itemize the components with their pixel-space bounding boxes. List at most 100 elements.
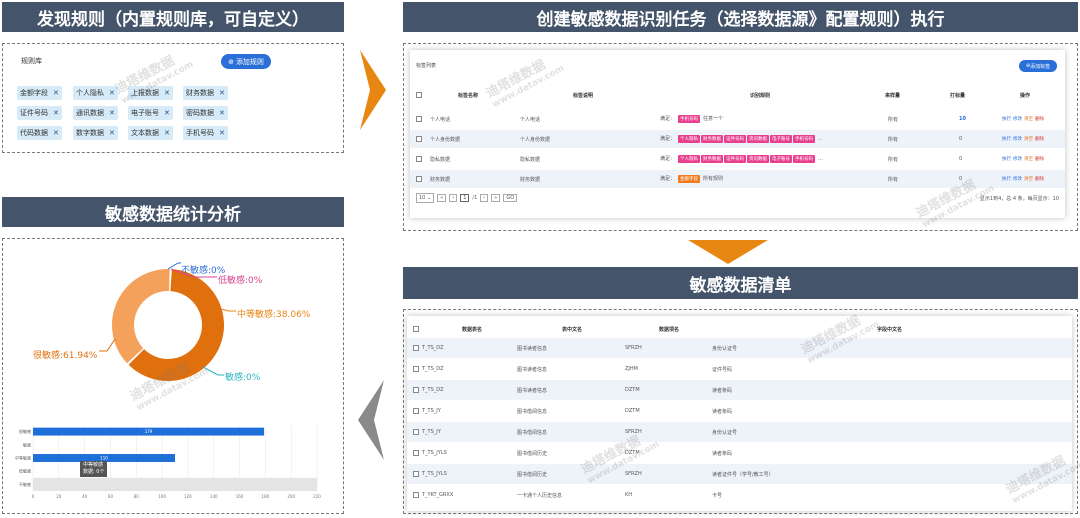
row-checkbox[interactable] (416, 176, 422, 182)
select-all-checkbox[interactable] (416, 92, 422, 98)
action-link[interactable]: 删除 (1035, 177, 1044, 182)
rule-tag[interactable]: 通讯数据 ✕ (73, 106, 118, 120)
table-name: T_TS_JY (422, 429, 441, 435)
action-link[interactable]: 清空 (1024, 137, 1033, 142)
table-row[interactable]: T_TS_DZ 图书读者信息 ZJHM 证件号码 (407, 359, 1072, 379)
x-tick-label: 60 (108, 494, 114, 499)
field-name: SFRZH (625, 345, 642, 351)
table-row[interactable]: T_TS_JYLS 图书借阅历史 SFRZH 读者证件号（学号/教工号） (407, 464, 1072, 484)
row-checkbox[interactable] (413, 429, 419, 435)
category-label: 中等敏感 (15, 455, 31, 461)
rule-tag-label: 财务数据 (186, 89, 214, 97)
rule-tag[interactable]: 个人隐私 ✕ (73, 86, 118, 100)
table-row[interactable]: T_TS_DZ 图书读者信息 SFRZH 身份认证号 (407, 338, 1072, 358)
close-icon[interactable]: ✕ (164, 89, 170, 97)
action-link[interactable]: 执行 (1002, 137, 1011, 142)
rule-tag[interactable]: 手机号码 ✕ (183, 126, 228, 140)
close-icon[interactable]: ✕ (164, 109, 170, 117)
col-actions: 操作 (1020, 92, 1031, 99)
leader-line-2 (220, 308, 236, 312)
table-row[interactable]: 个人身份数据 个人身份数据 满足： 个人隐私 财务数据 证件号码 资讯数据 电子账号 手机号码.… (410, 130, 1065, 148)
table-row[interactable]: T_TS_JY 图书借阅信息 SFRZH 身份认证号 (407, 422, 1072, 442)
rule-chip: 手机号码 (793, 155, 816, 163)
first-page-button[interactable]: « (437, 194, 447, 202)
page-input[interactable]: 1 (460, 194, 470, 202)
row-checkbox[interactable] (413, 366, 419, 372)
add-rule-button[interactable]: ⊕ 添加规则 (221, 54, 271, 69)
rule-tag[interactable]: 证件号码 ✕ (17, 106, 62, 120)
x-tick-label: 140 (210, 494, 218, 499)
rule-tag-label: 证件号码 (20, 109, 48, 117)
col-sample: 来样量 (885, 92, 901, 99)
close-icon[interactable]: ✕ (164, 129, 170, 137)
rule-tag[interactable]: 密码数据 ✕ (183, 106, 228, 120)
row-checkbox[interactable] (416, 156, 422, 162)
tag-desc: 财务数据 (520, 176, 541, 183)
action-link[interactable]: 执行 (1002, 157, 1011, 162)
close-icon[interactable]: ✕ (53, 109, 59, 117)
x-tick-label: 200 (287, 494, 295, 499)
row-checkbox[interactable] (413, 387, 419, 393)
row-checkbox[interactable] (416, 136, 422, 142)
next-page-button[interactable]: › (480, 194, 489, 202)
table-row[interactable]: T_TS_DZ 图书读者信息 DZTM 读者条码 (407, 380, 1072, 400)
prev-page-button[interactable]: ‹ (449, 194, 458, 202)
rule-tag[interactable]: 金额字段 ✕ (17, 86, 62, 100)
action-link[interactable]: 执行 (1002, 177, 1011, 182)
action-link[interactable]: 删除 (1035, 137, 1044, 142)
rule-tag[interactable]: 电子账号 ✕ (128, 106, 173, 120)
action-link[interactable]: 清空 (1024, 177, 1033, 182)
action-link[interactable]: 修改 (1013, 157, 1022, 162)
table-row[interactable]: 隐私数据 隐私数据 满足： 个人隐私 财务数据 证件号码 资讯数据 电子账号 手机号码... 所有… (410, 150, 1065, 168)
table-row[interactable]: T_TS_JYLS 图书借阅历史 DZTM 读者条码 (407, 443, 1072, 463)
action-link[interactable]: 修改 (1013, 117, 1022, 122)
row-checkbox[interactable] (416, 116, 422, 122)
row-checkbox[interactable] (413, 471, 419, 477)
rule-tag[interactable]: 数字数据 ✕ (73, 126, 118, 140)
row-checkbox[interactable] (413, 492, 419, 498)
table-row[interactable]: T_TS_JY 图书借阅信息 DZTM 读者条码 (407, 401, 1072, 421)
table-row[interactable]: 个人电话 个人电话 满足： 手机号码 任意一个 所有 10 执行 修改 清空 删除 (410, 110, 1065, 128)
last-page-button[interactable]: » (491, 194, 501, 202)
action-link[interactable]: 删除 (1035, 117, 1044, 122)
total-pages: /1 (472, 195, 478, 201)
go-button[interactable]: GO (503, 194, 518, 202)
left-arrow-icon (358, 380, 384, 460)
col-rules: 识别规则 (750, 92, 771, 99)
right-arrow-icon (360, 50, 386, 130)
col-field: 数据项名 (659, 326, 680, 333)
label-low: 低敏感:0% (218, 276, 263, 286)
bar-tooltip: 中等敏感 数据: 0个 (80, 461, 108, 477)
rule-chip: 电子账号 (770, 155, 793, 163)
row-checkbox[interactable] (413, 345, 419, 351)
select-all-checkbox[interactable] (413, 326, 419, 332)
close-icon[interactable]: ✕ (219, 89, 225, 97)
rule-tag[interactable]: 代码数据 ✕ (17, 126, 62, 140)
row-checkbox[interactable] (413, 408, 419, 414)
rule-tag[interactable]: 上报数据 ✕ (128, 86, 173, 100)
action-link[interactable]: 修改 (1013, 137, 1022, 142)
action-link[interactable]: 清空 (1024, 117, 1033, 122)
category-label: 敏感 (23, 441, 31, 447)
action-link[interactable]: 执行 (1002, 117, 1011, 122)
action-link[interactable]: 修改 (1013, 177, 1022, 182)
close-icon[interactable]: ✕ (109, 89, 115, 97)
row-checkbox[interactable] (413, 450, 419, 456)
action-link[interactable]: 删除 (1035, 157, 1044, 162)
page-size-select[interactable]: 10 ⌄ (416, 193, 435, 203)
donut-slice-1[interactable] (112, 269, 170, 364)
close-icon[interactable]: ✕ (53, 129, 59, 137)
action-link[interactable]: 清空 (1024, 157, 1033, 162)
table-row[interactable]: T_YKT_GRXX 一卡通个人历史信息 KH 卡号 (407, 485, 1072, 505)
close-icon[interactable]: ✕ (109, 129, 115, 137)
close-icon[interactable]: ✕ (219, 109, 225, 117)
close-icon[interactable]: ✕ (109, 109, 115, 117)
rule-tag[interactable]: 文本数据 ✕ (128, 126, 173, 140)
rule-tag[interactable]: 财务数据 ✕ (183, 86, 228, 100)
sample-count: 所有 (888, 176, 899, 183)
close-icon[interactable]: ✕ (53, 89, 59, 97)
close-icon[interactable]: ✕ (219, 129, 225, 137)
table-row[interactable]: 财务数据 财务数据 满足： 金额字段 所有规则 所有 0 执行 修改 清空 删除 (410, 170, 1065, 188)
add-tag-button[interactable]: ⊕ 添加标签 (1019, 60, 1057, 72)
field-cn-name: 读者条码 (712, 387, 733, 394)
